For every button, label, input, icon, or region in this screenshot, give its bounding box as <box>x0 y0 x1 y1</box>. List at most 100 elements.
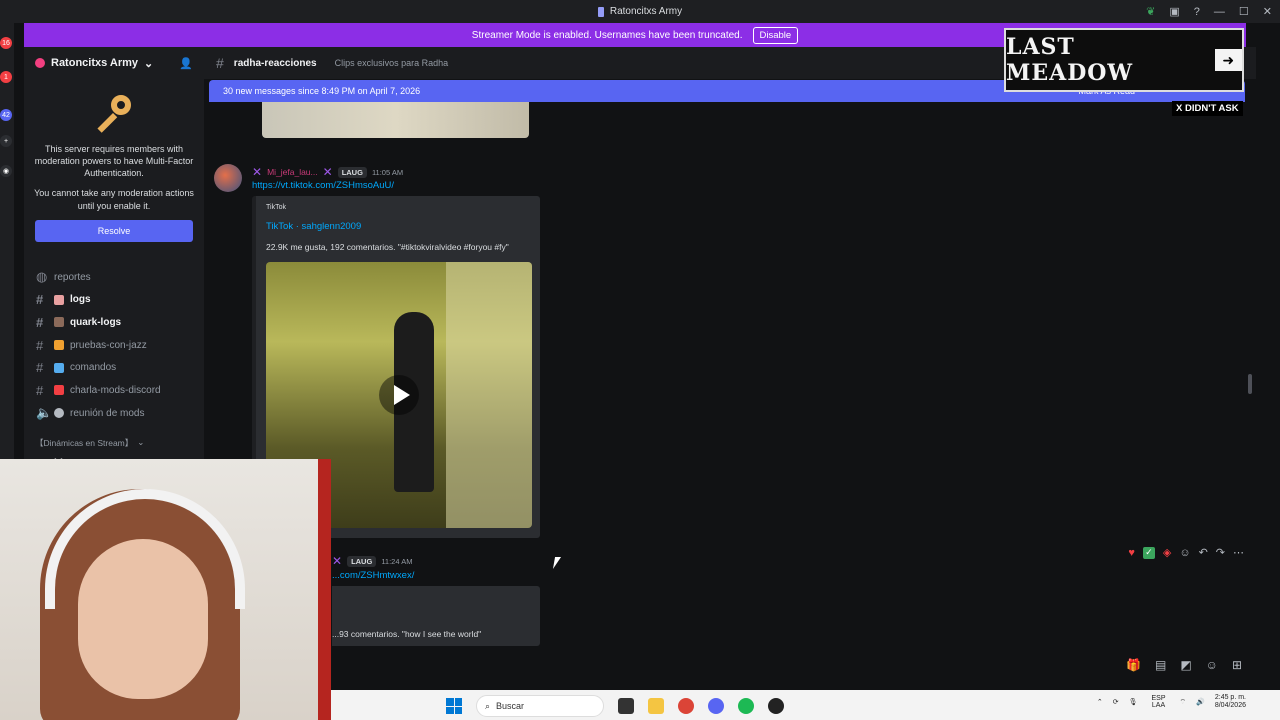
spotify-icon[interactable] <box>738 698 754 714</box>
channel-name: logs <box>70 294 91 306</box>
server-header[interactable]: Ratoncitxs Army ⌄ 👤 <box>24 47 204 79</box>
channel-name: quark-logs <box>70 316 122 328</box>
sync-icon[interactable]: ⟳ <box>1113 698 1119 706</box>
forum-icon: ◍ <box>36 269 48 285</box>
resolve-button[interactable]: Resolve <box>35 219 193 242</box>
hash-icon: # <box>36 314 44 330</box>
volume-icon[interactable]: 🔊 <box>1196 698 1205 706</box>
leaf-icon[interactable]: ❦ <box>1146 5 1155 18</box>
add-server-icon[interactable]: + <box>0 135 12 147</box>
message-header: ✕ Mi_jefa_lau... ✕ LAUG 11:05 AM <box>252 165 403 179</box>
message-composer[interactable]: 🎁 ▤ ◩ ☺ ⊞ <box>204 650 1256 687</box>
discover-icon[interactable]: ◉ <box>0 165 12 177</box>
server-name: Ratoncitxs Army <box>51 57 139 69</box>
message-link[interactable]: https://vt.tiktok.com/ZSHmsoAuU/ <box>252 180 394 191</box>
maximize-button[interactable]: ☐ <box>1239 5 1249 18</box>
chevron-down-icon: ⌄ <box>137 437 145 448</box>
x-icon: ✕ <box>322 165 333 179</box>
hash-icon: # <box>216 55 224 71</box>
channel-emoji <box>54 294 64 305</box>
embed-title[interactable]: TikTok · sahglenn2009 <box>266 221 530 232</box>
gif-icon[interactable]: ▤ <box>1155 658 1166 672</box>
wifi-icon[interactable]: ⌔ <box>1180 698 1187 707</box>
forward-icon[interactable]: ↷ <box>1216 546 1225 559</box>
reply-icon[interactable]: ↶ <box>1199 546 1208 559</box>
hash-icon: # <box>36 360 44 376</box>
chrome-icon[interactable] <box>678 698 694 714</box>
channel-name: charla-mods-discord <box>70 384 161 396</box>
message-header: ✕ LAUG 11:24 AM <box>332 554 412 568</box>
help-icon[interactable]: ? <box>1194 6 1200 18</box>
stream-overlay-logo: LAST MEADOW ➜ <box>1004 28 1244 92</box>
timestamp: 11:24 AM <box>381 556 413 566</box>
task-view-icon[interactable] <box>618 698 634 714</box>
add-reaction-icon[interactable]: ☺ <box>1179 547 1190 559</box>
channel-name: pruebas-con-jazz <box>70 339 147 351</box>
channel-charla-mods-discord[interactable]: # charla-mods-discord <box>24 379 204 402</box>
channel-comandos[interactable]: # comandos <box>24 356 204 379</box>
language-indicator[interactable]: ESP LAA <box>1148 695 1170 709</box>
arrow-icon: ➜ <box>1214 49 1242 71</box>
close-button[interactable]: ✕ <box>1263 5 1272 18</box>
check-reaction-icon[interactable]: ✓ <box>1142 546 1155 559</box>
x-icon: ✕ <box>332 554 343 568</box>
username[interactable]: Mi_jefa_lau... <box>267 167 318 177</box>
banner-text: Streamer Mode is enabled. Usernames have… <box>471 29 743 41</box>
overlay-caption: X DIDN'T ASK <box>1172 101 1243 116</box>
emoji-icon[interactable]: ☺ <box>1206 658 1218 672</box>
tiktok-embed: ...93 comentarios. "how I see the world" <box>332 586 540 646</box>
channel-title: radha-reacciones <box>233 57 317 69</box>
server-badge[interactable]: 1 <box>0 71 12 83</box>
reaction-icon[interactable]: ◈ <box>1163 546 1171 559</box>
category-name: 【Dinámicas en Stream】 <box>35 437 134 448</box>
image-attachment[interactable] <box>262 102 529 138</box>
channel-logs[interactable]: # logs <box>24 288 204 311</box>
mfa-notice: This server requires members with modera… <box>24 79 204 250</box>
new-messages-text: 30 new messages since 8:49 PM on April 7… <box>223 86 421 96</box>
heart-reaction-icon[interactable]: ♥ <box>1128 547 1135 559</box>
scrollbar[interactable] <box>1248 374 1252 394</box>
channel-pruebas-con-jazz[interactable]: # pruebas-con-jazz <box>24 334 204 357</box>
gift-icon[interactable]: 🎁 <box>1126 658 1141 672</box>
apps-icon[interactable]: ⊞ <box>1232 658 1242 672</box>
channel-emoji <box>54 362 64 373</box>
server-badge[interactable]: 16 <box>0 37 12 49</box>
mfa-subtext: You cannot take any moderation actions u… <box>34 188 194 211</box>
clock[interactable]: 2:45 p. m. 8/04/2026 <box>1215 694 1246 711</box>
taskbar-search[interactable]: ⌕ Buscar <box>476 695 604 717</box>
clock-time: 2:45 p. m. <box>1214 694 1246 701</box>
window-title-text: Ratoncitxs Army <box>609 6 683 17</box>
mic-icon[interactable]: 🎙 <box>1129 698 1138 706</box>
play-icon[interactable] <box>379 375 419 415</box>
embed-description: ...93 comentarios. "how I see the world" <box>332 629 482 639</box>
system-tray: ⌃ ⟳ 🎙 ESP LAA ⌔ 🔊 2:45 p. m. 8/04/2026 <box>1097 694 1246 711</box>
category-dinamicas[interactable]: 【Dinámicas en Stream】 ⌄ <box>24 433 204 453</box>
channel-quark-logs[interactable]: # quark-logs <box>24 311 204 334</box>
chevron-up-icon[interactable]: ⌃ <box>1097 698 1103 706</box>
window-title: Ratoncitxs Army <box>597 6 683 17</box>
server-icon <box>35 58 45 68</box>
discord-taskbar-icon[interactable] <box>708 698 724 714</box>
channel-topic[interactable]: Clips exclusivos para Radha <box>335 58 449 68</box>
embed-provider[interactable]: TikTok <box>266 204 530 211</box>
obs-icon[interactable] <box>768 698 784 714</box>
add-user-icon[interactable]: 👤 <box>179 57 193 70</box>
composer-icons: 🎁 ▤ ◩ ☺ ⊞ <box>1126 658 1242 672</box>
sticker-icon[interactable]: ◩ <box>1180 658 1191 672</box>
message-actions: ♥ ✓ ◈ ☺ ↶ ↷ ⋯ <box>1128 546 1244 559</box>
channel-emoji <box>54 317 64 328</box>
channel-name: reportes <box>54 271 91 283</box>
disable-streamer-button[interactable]: Disable <box>752 26 799 44</box>
inbox-icon[interactable]: ▣ <box>1169 5 1179 18</box>
more-icon[interactable]: ⋯ <box>1233 546 1244 559</box>
file-explorer-icon[interactable] <box>648 698 664 714</box>
guild-tag[interactable]: LAUG <box>347 555 377 567</box>
server-badge[interactable]: 42 <box>0 109 12 121</box>
channel-reportes[interactable]: ◍ reportes <box>24 266 204 289</box>
guild-tag[interactable]: LAUG <box>337 166 367 178</box>
windows-start-icon[interactable] <box>446 698 462 714</box>
message-link[interactable]: ...com/ZSHmtwxex/ <box>332 570 414 581</box>
channel-reunion-de-mods[interactable]: 🔈 reunión de mods <box>24 402 204 425</box>
avatar[interactable] <box>214 164 242 192</box>
minimize-button[interactable]: — <box>1214 6 1225 18</box>
